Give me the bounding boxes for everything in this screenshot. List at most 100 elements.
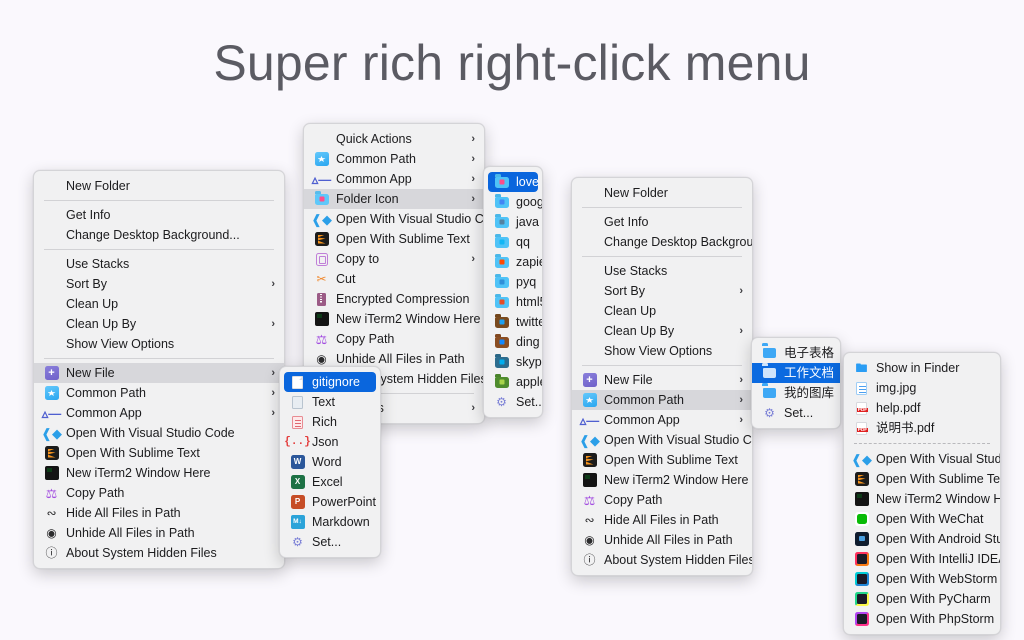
menu-item-show-view-options[interactable]: Show View Options [34,334,284,354]
menu-item-excel[interactable]: Excel [280,472,380,492]
menu-item-pyq[interactable]: pyq [484,272,542,292]
menu-item-about-system-hidden-files[interactable]: ⓘAbout System Hidden Files [34,543,284,563]
menu-item-hide-all-files-in-path[interactable]: ∾Hide All Files in Path [572,510,752,530]
menu-item-zapier[interactable]: zapier [484,252,542,272]
menu-item-copy-path[interactable]: ⚖Copy Path [304,329,484,349]
menu-item-label: java [516,216,539,229]
menu-item-new-file[interactable]: New File› [34,363,284,383]
menu-item-set[interactable]: ⚙Set... [484,392,542,412]
menu-item-powerpoint[interactable]: PowerPoint [280,492,380,512]
menu-item-qq[interactable]: qq [484,232,542,252]
menu-item-new-iterm2-window-here[interactable]: New iTerm2 Window Here [34,463,284,483]
menu-item-unhide-all-files-in-path[interactable]: ◉Unhide All Files in Path [34,523,284,543]
menu-item-new-folder[interactable]: New Folder [34,176,284,196]
menu-item-工作文档[interactable]: 工作文档› [752,363,840,383]
menu-item-new-iterm2-window-here[interactable]: New iTerm2 Window Here [844,489,1000,509]
menu-item-ding[interactable]: ding [484,332,542,352]
menu-item-unhide-all-files-in-path[interactable]: ◉Unhide All Files in Path [572,530,752,550]
submenu-folder-icon[interactable]: lovegoogle java qqzapierpyqhtml5twitterdin… [483,166,543,418]
menu-item-quick-actions[interactable]: Quick Actions› [304,129,484,149]
chevron-right-icon: › [271,408,275,419]
common-path-icon [582,393,597,408]
menu-item-open-with-phpstorm[interactable]: Open With PhpStorm [844,609,1000,629]
menu-item-电子表格[interactable]: 电子表格› [752,343,840,363]
menu-item-set[interactable]: ⚙Set... [280,532,380,552]
menu-item-open-with-visual-studio-code[interactable]: ❰◆Open With Visual Studio Code [844,449,1000,469]
menu-item-sort-by[interactable]: Sort By› [572,281,752,301]
new-file-icon [582,373,597,388]
menu-item-clean-up[interactable]: Clean Up [572,301,752,321]
menu-item-new-file[interactable]: New File› [572,370,752,390]
menu-item-help-pdf[interactable]: help.pdf [844,398,1000,418]
menu-item-apple[interactable]: apple [484,372,542,392]
menu-item-open-with-sublime-text[interactable]: Open With Sublime Text [34,443,284,463]
menu-item-open-with-pycharm[interactable]: Open With PyCharm [844,589,1000,609]
menu-item-open-with-visual-studio-code[interactable]: ❰◆Open With Visual Studio Code [34,423,284,443]
menu-item-open-with-sublime-text[interactable]: Open With Sublime Text [844,469,1000,489]
menu-item-show-view-options[interactable]: Show View Options [572,341,752,361]
menu-item-get-info[interactable]: Get Info [34,205,284,225]
menu-item-img-jpg[interactable]: img.jpg [844,378,1000,398]
menu-item-html5[interactable]: html5 [484,292,542,312]
menu-item-common-app[interactable]: ▵—Common App› [572,410,752,430]
menu-item-copy-path[interactable]: ⚖Copy Path [572,490,752,510]
menu-item-common-app[interactable]: ▵—Common App› [304,169,484,189]
folder-ding-icon [494,335,509,350]
menu-item-java[interactable]: java [484,212,542,232]
menu-item-clean-up-by[interactable]: Clean Up By› [572,321,752,341]
menu-item-hide-all-files-in-path[interactable]: ∾Hide All Files in Path [34,503,284,523]
menu-item-open-with-webstorm[interactable]: Open With WebStorm [844,569,1000,589]
menu-item-about-system-hidden-files[interactable]: ⓘAbout System Hidden Files [572,550,752,570]
menu-item-cut[interactable]: ✂Cut [304,269,484,289]
menu-item-encrypted-compression[interactable]: Encrypted Compression [304,289,484,309]
menu-item-twitter[interactable]: twitter [484,312,542,332]
menu-item-word[interactable]: Word [280,452,380,472]
menu-item-common-path[interactable]: Common Path› [572,390,752,410]
menu-item-use-stacks[interactable]: Use Stacks [34,254,284,274]
menu-item-new-iterm2-window-here[interactable]: New iTerm2 Window Here [572,470,752,490]
menu-item-clean-up-by[interactable]: Clean Up By› [34,314,284,334]
menu-item-google[interactable]: google [484,192,542,212]
menu-item-我的图库[interactable]: 我的图库› [752,383,840,403]
menu-item-use-stacks[interactable]: Use Stacks [572,261,752,281]
menu-item-clean-up[interactable]: Clean Up [34,294,284,314]
menu-item-open-with-sublime-text[interactable]: Open With Sublime Text [304,229,484,249]
context-menu-desktop-left[interactable]: New Folder Get InfoChange Desktop Backgro… [33,170,285,569]
menu-separator [582,365,742,366]
menu-item-change-desktop-background[interactable]: Change Desktop Background... [572,232,752,252]
menu-item-set[interactable]: ⚙Set... [752,403,840,423]
cut-icon: ✂ [314,272,329,287]
menu-item-label: Open With Sublime Text [336,233,475,246]
menu-item-json[interactable]: {..}Json [280,432,380,452]
menu-item-get-info[interactable]: Get Info [572,212,752,232]
menu-item-common-app[interactable]: ▵—Common App› [34,403,284,423]
menu-item-gitignore[interactable]: gitignore [284,372,376,392]
menu-item-rich[interactable]: Rich [280,412,380,432]
menu-item-common-path[interactable]: Common Path› [34,383,284,403]
menu-item-common-path[interactable]: Common Path› [304,149,484,169]
submenu-new-file[interactable]: gitignoreTextRich{..}JsonWordExcelPowerP… [279,366,381,558]
submenu-common-path[interactable]: 电子表格›工作文档›我的图库›⚙Set... [751,337,841,429]
menu-item-sort-by[interactable]: Sort By› [34,274,284,294]
menu-item-copy-path[interactable]: ⚖Copy Path [34,483,284,503]
menu-item-show-in-finder[interactable]: 🖿Show in Finder [844,358,1000,378]
menu-item-new-folder[interactable]: New Folder [572,183,752,203]
menu-item-open-with-sublime-text[interactable]: Open With Sublime Text [572,450,752,470]
menu-item-text[interactable]: Text [280,392,380,412]
menu-item-folder-icon[interactable]: Folder Icon› [304,189,484,209]
menu-item-说明书-pdf[interactable]: 说明书.pdf [844,418,1000,438]
menu-item-love[interactable]: love [488,172,538,192]
menu-item-copy-to[interactable]: Copy to› [304,249,484,269]
context-menu-desktop-right[interactable]: New Folder Get InfoChange Desktop Backgro… [571,177,753,576]
menu-item-skype[interactable]: skype [484,352,542,372]
chevron-right-icon: › [471,194,475,205]
menu-item-open-with-android-studio[interactable]: Open With Android Studio [844,529,1000,549]
menu-item-new-iterm2-window-here[interactable]: New iTerm2 Window Here [304,309,484,329]
menu-item-markdown[interactable]: Markdown [280,512,380,532]
menu-item-open-with-intellij-idea[interactable]: Open With IntelliJ IDEA [844,549,1000,569]
menu-item-change-desktop-background[interactable]: Change Desktop Background... [34,225,284,245]
menu-item-open-with-wechat[interactable]: Open With WeChat [844,509,1000,529]
submenu-path-contents[interactable]: 🖿Show in Finderimg.jpghelp.pdf说明书.pdf ❰◆O… [843,352,1001,635]
menu-item-open-with-visual-studio-code[interactable]: ❰◆Open With Visual Studio Code [304,209,484,229]
menu-item-open-with-visual-studio-code[interactable]: ❰◆Open With Visual Studio Code [572,430,752,450]
